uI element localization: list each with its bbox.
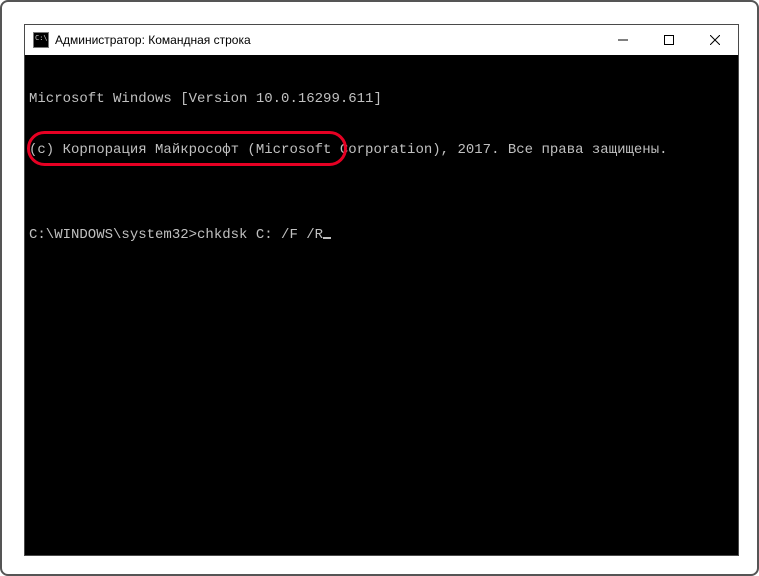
terminal-prompt-line: C:\WINDOWS\system32>chkdsk C: /F /R [29, 227, 734, 244]
minimize-button[interactable] [600, 25, 646, 55]
titlebar[interactable]: Администратор: Командная строка [25, 25, 738, 55]
terminal-prompt: C:\WINDOWS\system32> [29, 227, 197, 243]
maximize-button[interactable] [646, 25, 692, 55]
terminal-command: chkdsk C: /F /R [197, 227, 323, 243]
screenshot-frame: Администратор: Командная строка Microsof… [0, 0, 759, 576]
window-controls [600, 25, 738, 55]
close-button[interactable] [692, 25, 738, 55]
terminal-line-version: Microsoft Windows [Version 10.0.16299.61… [29, 91, 734, 108]
window-title: Администратор: Командная строка [55, 33, 600, 47]
cmd-icon [33, 32, 49, 48]
cursor-icon [323, 237, 331, 239]
terminal-area[interactable]: Microsoft Windows [Version 10.0.16299.61… [25, 55, 738, 555]
cmd-window: Администратор: Командная строка Microsof… [24, 24, 739, 556]
terminal-line-copyright: (c) Корпорация Майкрософт (Microsoft Cor… [29, 142, 734, 159]
